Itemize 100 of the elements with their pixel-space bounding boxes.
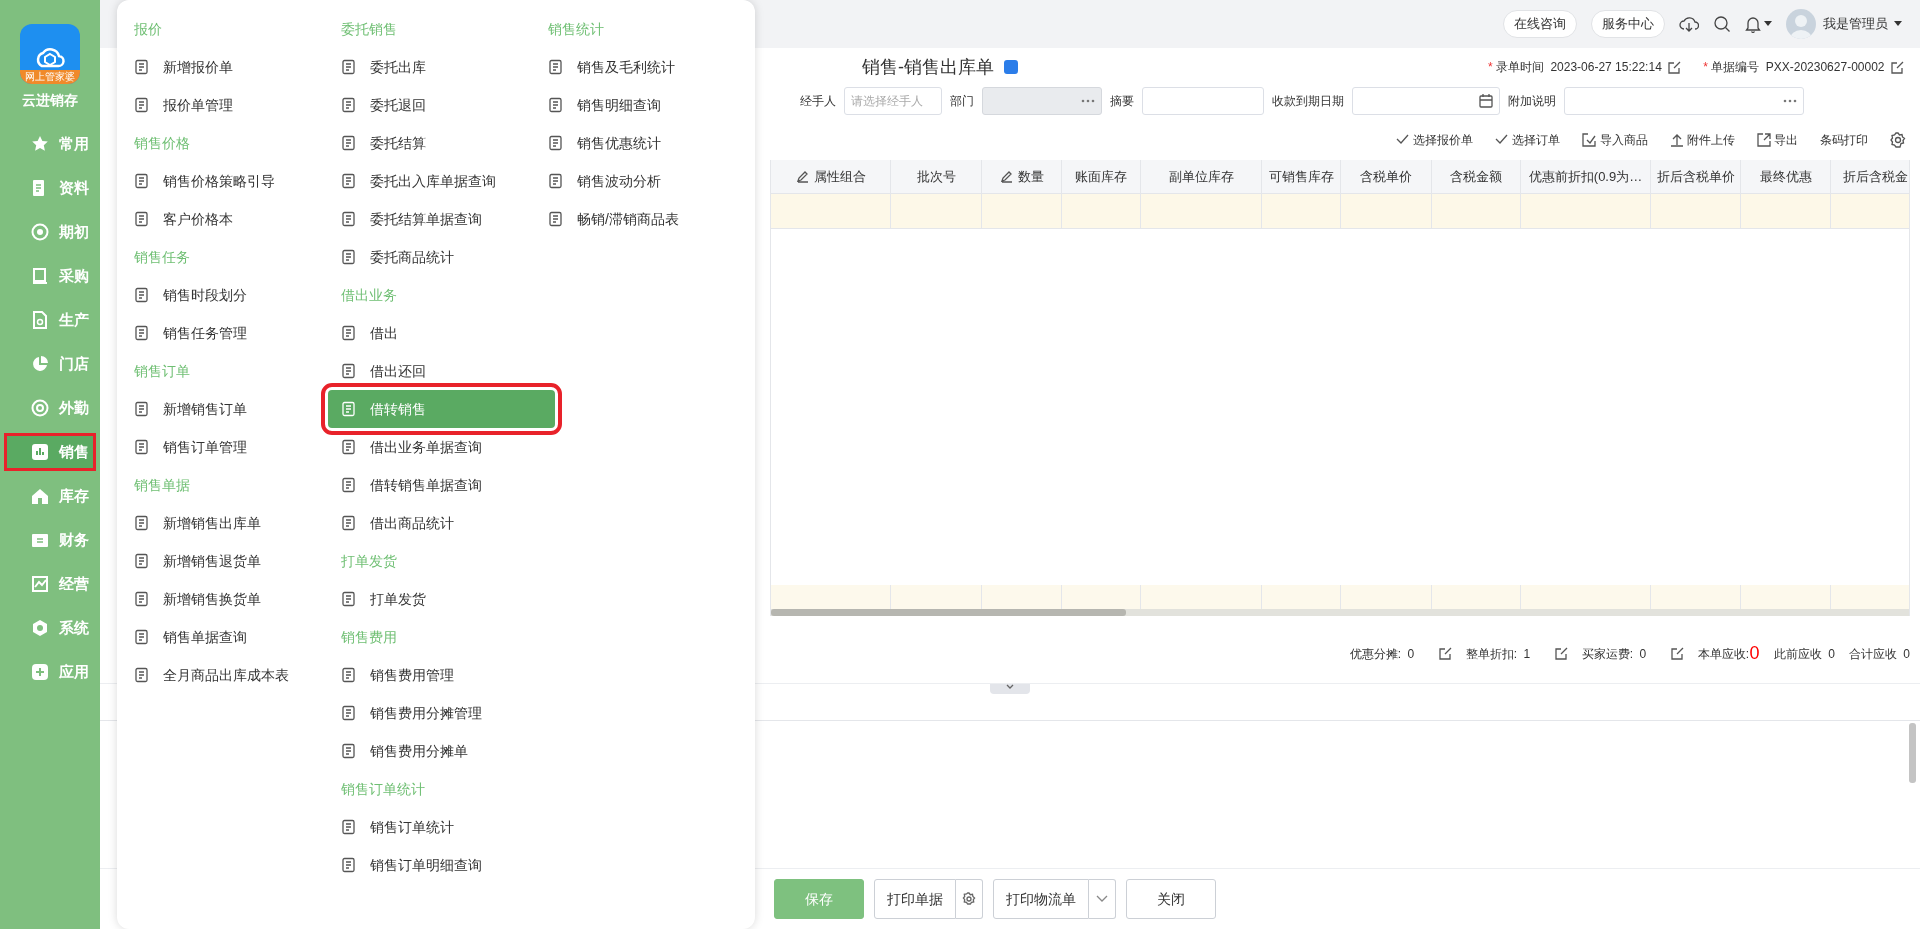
column-header[interactable]: 批次号 xyxy=(891,160,982,193)
document-icon xyxy=(341,819,357,835)
total-value: 0 xyxy=(1639,645,1647,663)
column-header[interactable]: 优惠前折扣(0.9为… xyxy=(1521,160,1651,193)
pie-chart-icon xyxy=(31,355,49,373)
menu-item[interactable]: 销售费用分摊单 xyxy=(341,732,548,770)
field-label: 经手人 xyxy=(800,93,836,110)
toolbar-button[interactable]: 导出 xyxy=(1756,131,1798,149)
edit-icon[interactable] xyxy=(1438,647,1452,660)
menu-item[interactable]: 借出业务单据查询 xyxy=(341,428,548,466)
column-header[interactable]: 属性组合 xyxy=(771,160,891,193)
input-field[interactable] xyxy=(1142,87,1264,115)
menu-item[interactable]: 销售单据查询 xyxy=(134,618,341,656)
menu-item[interactable]: 打单发货 xyxy=(341,580,548,618)
column-header[interactable]: 可销售库存 xyxy=(1262,160,1341,193)
calendar-icon[interactable] xyxy=(1479,94,1493,108)
total-value: 0 xyxy=(1407,645,1415,663)
input-field[interactable] xyxy=(1564,87,1804,115)
toolbar-button[interactable]: 选择订单 xyxy=(1495,131,1561,149)
toolbar-button[interactable]: 选择报价单 xyxy=(1395,131,1473,149)
menu-item[interactable]: 委托退回 xyxy=(341,86,548,124)
toolbar-button[interactable]: 导入商品 xyxy=(1582,131,1648,149)
menu-item[interactable]: 委托出入库单据查询 xyxy=(341,162,548,200)
user-name: 我是管理员 xyxy=(1822,15,1888,34)
menu-item[interactable]: 新增销售退货单 xyxy=(134,542,341,580)
toolbar-button[interactable]: 条码打印 xyxy=(1820,131,1868,149)
cloud-download-icon[interactable] xyxy=(1678,15,1699,33)
edit-icon[interactable] xyxy=(1668,60,1682,74)
bar-chart-icon xyxy=(31,443,49,461)
document-icon xyxy=(548,211,564,227)
menu-item[interactable]: 销售费用管理 xyxy=(341,656,548,694)
input-field[interactable] xyxy=(1352,87,1500,115)
action-button[interactable]: 打印物流单 xyxy=(993,879,1089,919)
menu-item[interactable]: 借转销售单据查询 xyxy=(341,466,548,504)
scrollbar-thumb[interactable] xyxy=(771,609,1126,616)
column-header[interactable]: 含税单价 xyxy=(1341,160,1432,193)
document-icon xyxy=(134,325,150,341)
column-header[interactable]: 账面库存 xyxy=(1062,160,1141,193)
settings-button[interactable] xyxy=(956,879,983,919)
header-link[interactable]: 在线咨询 xyxy=(1502,10,1577,38)
column-header[interactable]: 数量 xyxy=(982,160,1062,193)
menu-item[interactable]: 委托商品统计 xyxy=(341,238,548,276)
horizontal-scrollbar[interactable] xyxy=(771,609,1909,616)
menu-item[interactable]: 销售订单明细查询 xyxy=(341,846,548,884)
action-button[interactable]: 打印单据 xyxy=(874,879,956,919)
menu-item[interactable]: 销售波动分析 xyxy=(548,162,755,200)
menu-item[interactable]: 销售明细查询 xyxy=(548,86,755,124)
menu-item[interactable]: 销售时段划分 xyxy=(134,276,341,314)
menu-item[interactable]: 销售及毛利统计 xyxy=(548,48,755,86)
menu-item[interactable]: 销售任务管理 xyxy=(134,314,341,352)
column-header[interactable]: 含税金额 xyxy=(1432,160,1521,193)
menu-item[interactable]: 全月商品出库成本表 xyxy=(134,656,341,694)
vertical-scrollbar[interactable] xyxy=(1909,723,1916,783)
action-button[interactable]: 关闭 xyxy=(1126,879,1216,919)
collapse-handle[interactable] xyxy=(990,684,1030,694)
notification-button[interactable] xyxy=(1744,15,1772,33)
menu-item[interactable]: 新增销售换货单 xyxy=(134,580,341,618)
edit-icon[interactable] xyxy=(1670,647,1684,660)
edit-icon[interactable] xyxy=(1891,60,1904,74)
total-value: 0 xyxy=(1903,645,1910,663)
placeholder-text: 请选择经手人 xyxy=(851,93,923,110)
menu-item[interactable]: 借出 xyxy=(341,314,548,352)
total-label: 本单应收: xyxy=(1697,645,1750,663)
document-icon xyxy=(341,439,357,455)
meta-label: 单据编号 xyxy=(1711,59,1760,76)
menu-item[interactable]: 委托结算 xyxy=(341,124,548,162)
toolbar-button[interactable]: 附件上传 xyxy=(1669,131,1735,149)
document-icon xyxy=(134,515,150,531)
document-icon xyxy=(341,325,357,341)
menu-item[interactable]: 借出商品统计 xyxy=(341,504,548,542)
column-header[interactable]: 最终优惠 xyxy=(1741,160,1831,193)
menu-item[interactable]: 畅销/滞销商品表 xyxy=(548,200,755,238)
menu-group-title: 销售价格 xyxy=(134,133,191,153)
edit-icon[interactable] xyxy=(1554,647,1568,660)
user-menu[interactable]: 我是管理员 xyxy=(1786,9,1902,39)
pencil-icon xyxy=(999,170,1013,183)
total-value: 1 xyxy=(1523,645,1531,663)
total-value: 0 xyxy=(1749,642,1760,665)
menu-item[interactable]: 销售订单统计 xyxy=(341,808,548,846)
column-header[interactable]: 折后含税单价 xyxy=(1651,160,1741,193)
menu-item[interactable]: 销售价格策略引导 xyxy=(134,162,341,200)
menu-item[interactable]: 销售优惠统计 xyxy=(548,124,755,162)
upload-icon xyxy=(1669,133,1684,147)
chevron-down-icon xyxy=(1096,895,1108,903)
menu-item[interactable]: 委托结算单据查询 xyxy=(341,200,548,238)
header-link[interactable]: 服务中心 xyxy=(1590,10,1665,38)
document-icon xyxy=(134,667,150,683)
menu-item[interactable]: 客户价格本 xyxy=(134,200,341,238)
app-name: 云进销存 xyxy=(22,91,78,110)
menu-item[interactable]: 借出还回 xyxy=(341,352,548,390)
menu-item[interactable]: 新增报价单 xyxy=(134,48,341,86)
column-header[interactable]: 副单位库存 xyxy=(1141,160,1262,193)
menu-item[interactable]: 新增销售出库单 xyxy=(134,504,341,542)
menu-item[interactable]: 销售费用分摊管理 xyxy=(341,694,548,732)
menu-item[interactable]: 销售订单管理 xyxy=(134,428,341,466)
menu-item[interactable]: 委托出库 xyxy=(341,48,548,86)
menu-item[interactable]: 报价单管理 xyxy=(134,86,341,124)
column-header[interactable]: 折后含税金 xyxy=(1831,160,1920,193)
search-icon[interactable] xyxy=(1712,15,1731,33)
more-icon[interactable] xyxy=(1783,99,1797,103)
